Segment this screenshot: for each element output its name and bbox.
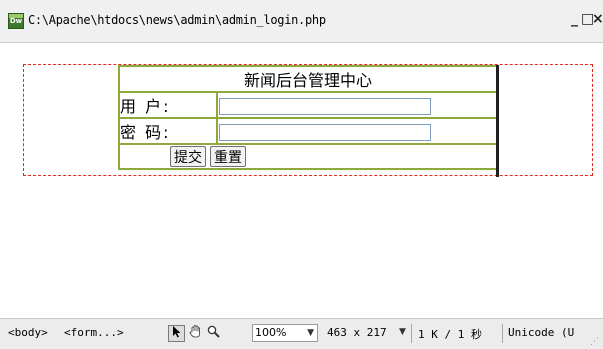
zoom-icon[interactable] bbox=[205, 325, 222, 342]
minimize-button[interactable]: _ bbox=[571, 11, 578, 27]
reset-button[interactable]: 重置 bbox=[210, 146, 246, 167]
select-arrow-icon[interactable] bbox=[168, 325, 185, 342]
status-divider bbox=[502, 324, 503, 343]
password-input[interactable] bbox=[219, 123, 431, 141]
window-size-readout[interactable]: 463 x 217 bbox=[327, 326, 387, 339]
username-input[interactable] bbox=[219, 97, 431, 115]
dreamweaver-app-icon: Dw bbox=[8, 13, 24, 29]
encoding-readout: Unicode (U bbox=[508, 326, 575, 339]
password-label: 密 码: bbox=[118, 117, 218, 145]
password-cell bbox=[216, 117, 498, 145]
tag-selector-body[interactable]: <body> bbox=[8, 326, 48, 339]
window-titlebar: Dw C:\Apache\htdocs\news\admin\admin_log… bbox=[0, 0, 603, 43]
close-button[interactable]: × bbox=[592, 11, 603, 27]
chevron-down-icon: ▼ bbox=[307, 328, 314, 338]
status-bar: <body> <form...> 100% ▼ 463 x 217 ▼ 1 K … bbox=[0, 318, 603, 349]
resize-grip-icon[interactable]: ⋰ bbox=[590, 337, 599, 347]
tag-selector-form[interactable]: <form...> bbox=[64, 326, 124, 339]
submit-button[interactable]: 提交 bbox=[170, 146, 206, 167]
document-path-title: C:\Apache\htdocs\news\admin\admin_login.… bbox=[28, 13, 326, 27]
login-title: 新闻后台管理中心 bbox=[118, 65, 498, 93]
username-label: 用 户: bbox=[118, 91, 218, 119]
username-cell bbox=[216, 91, 498, 119]
zoom-select[interactable]: 100% ▼ bbox=[252, 324, 318, 342]
file-size-readout: 1 K / 1 秒 bbox=[418, 328, 482, 341]
chevron-down-icon[interactable]: ▼ bbox=[399, 327, 406, 337]
zoom-value: 100% bbox=[255, 326, 287, 339]
status-divider bbox=[411, 324, 412, 343]
table-edge-marker bbox=[496, 65, 499, 177]
design-view[interactable]: 新闻后台管理中心 用 户: 密 码: 提交 重置 bbox=[0, 43, 603, 317]
login-table: 新闻后台管理中心 用 户: 密 码: 提交 重置 bbox=[118, 65, 498, 170]
hand-icon[interactable] bbox=[187, 325, 204, 342]
button-row: 提交 重置 bbox=[118, 143, 498, 170]
